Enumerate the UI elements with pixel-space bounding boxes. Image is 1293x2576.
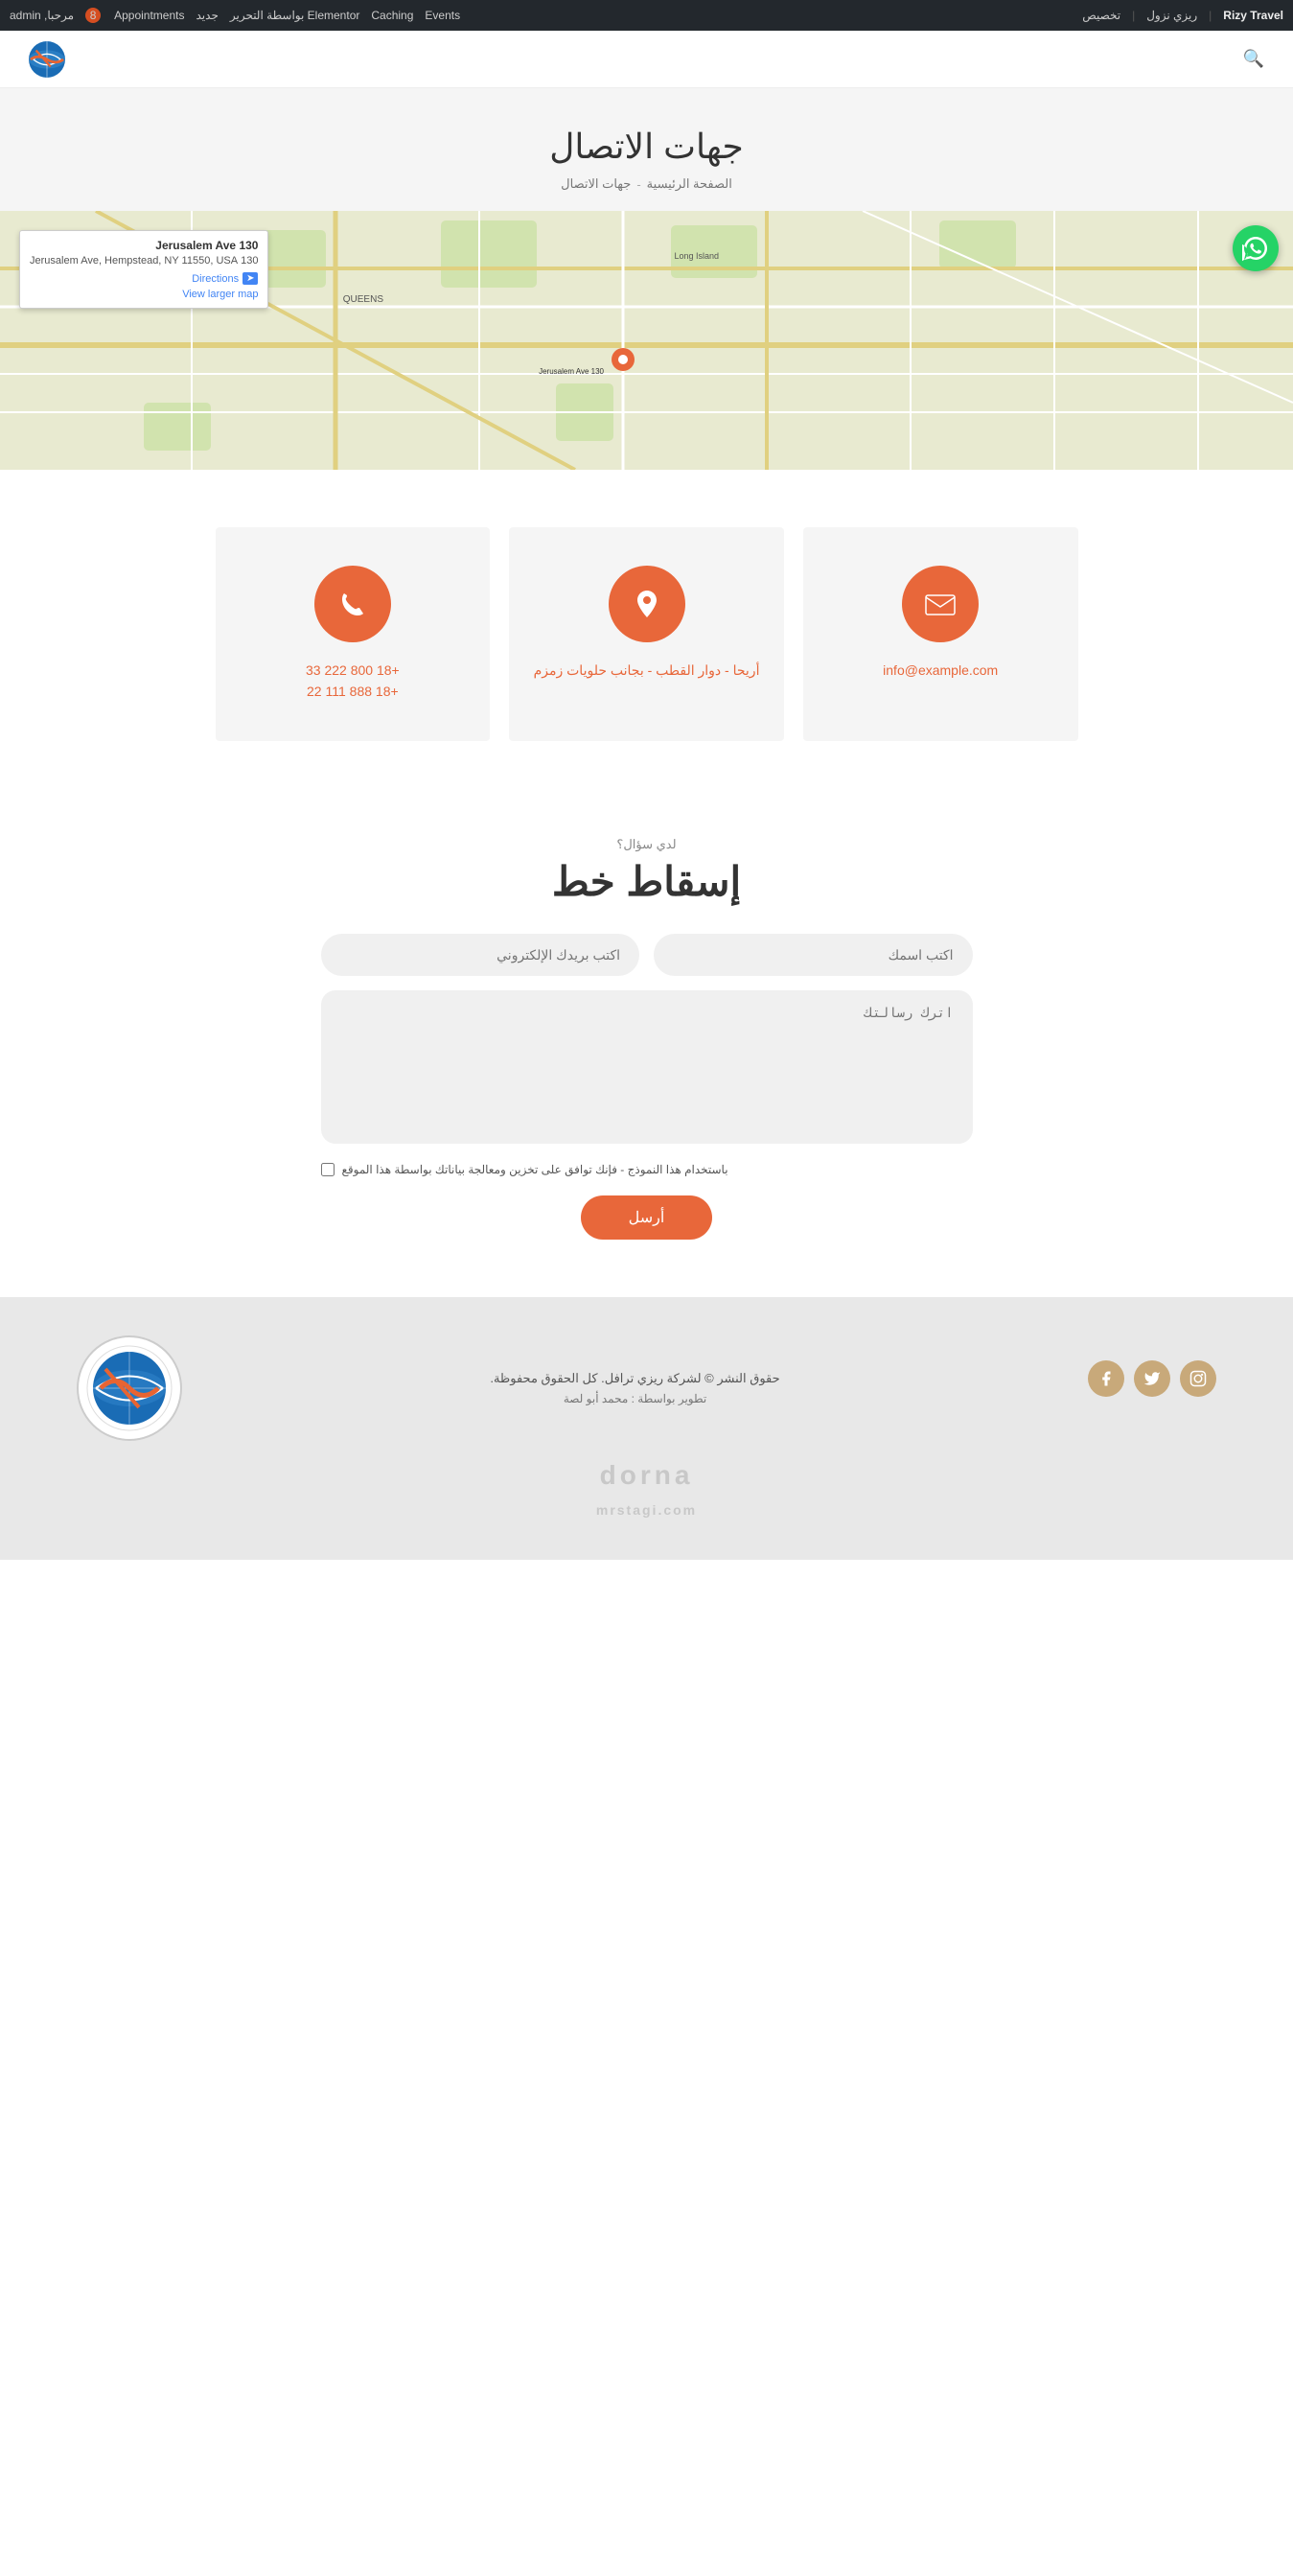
instagram-icon-button[interactable] [1180, 1360, 1216, 1397]
phone-icon-circle [314, 566, 391, 642]
whatsapp-button[interactable] [1233, 225, 1279, 271]
directions-arrow-icon: ➤ [242, 272, 258, 285]
name-input[interactable] [654, 934, 973, 976]
breadcrumb-sep: - [636, 177, 640, 192]
admin-customize[interactable]: تخصيص [1082, 9, 1120, 22]
directions-label: Directions [192, 273, 239, 285]
email-input[interactable] [321, 934, 640, 976]
facebook-icon-button[interactable] [1088, 1360, 1124, 1397]
breadcrumb: الصفحة الرئيسية - جهات الاتصال [19, 176, 1274, 192]
page-title: جهات الاتصال [19, 127, 1274, 167]
consent-checkbox[interactable] [321, 1163, 335, 1176]
sep1: | [1209, 9, 1212, 22]
admin-bar: Rizy Travel | ريزي نزول | تخصيص Events C… [0, 0, 1293, 31]
admin-user[interactable]: ريزي نزول [1146, 9, 1197, 22]
popup-address: 130 Jerusalem Ave, Hempstead, NY 11550, … [30, 255, 258, 267]
email-icon [922, 586, 958, 622]
facebook-icon [1097, 1370, 1115, 1387]
checkbox-label: باستخدام هذا النموذج - فإنك توافق على تخ… [342, 1163, 728, 1176]
address-icon-circle [609, 566, 685, 642]
admin-label: مرحبا, admin [10, 9, 74, 22]
form-row-top [321, 934, 973, 976]
admin-caching[interactable]: Caching [371, 9, 413, 22]
contact-form: باستخدام هذا النموذج - فإنك توافق على تخ… [321, 934, 973, 1240]
admin-appointments[interactable]: Appointments [114, 9, 184, 22]
breadcrumb-home[interactable]: الصفحة الرئيسية [647, 176, 732, 192]
form-sub-label: لدي سؤال؟ [77, 837, 1216, 852]
admin-comments[interactable]: 8 [85, 8, 103, 23]
contact-cards-section: info@example.com أريحا - دوار القطب - بج… [0, 470, 1293, 799]
footer-logo-svg [86, 1345, 173, 1431]
admin-elementor[interactable]: Elementor بواسطة التحرير [230, 9, 360, 22]
footer-social [1088, 1360, 1216, 1397]
footer-text-block: حقوق النشر © لشركة ريزي ترافل. كل الحقوق… [182, 1371, 1088, 1405]
directions-link[interactable]: ➤ Directions [192, 272, 258, 285]
logo-svg [29, 41, 65, 78]
address-text: أريحا - دوار القطب - بجانب حلويات زمزم [534, 660, 760, 681]
footer-watermark: dorna mrstagi.com [77, 1460, 1216, 1521]
search-icon[interactable]: 🔍 [1243, 49, 1264, 69]
breadcrumb-current: جهات الاتصال [561, 176, 631, 192]
site-header: 🔍 [0, 31, 1293, 88]
instagram-icon [1189, 1370, 1207, 1387]
admin-site-name[interactable]: Rizy Travel [1223, 9, 1283, 22]
email-text[interactable]: info@example.com [883, 660, 998, 681]
site-footer: حقوق النشر © لشركة ريزي ترافل. كل الحقوق… [0, 1297, 1293, 1560]
admin-bar-left: Events Caching Elementor بواسطة التحرير … [10, 8, 460, 23]
checkbox-row: باستخدام هذا النموذج - فإنك توافق على تخ… [321, 1163, 973, 1176]
map-popup: 130 Jerusalem Ave 130 Jerusalem Ave, Hem… [19, 230, 268, 309]
whatsapp-icon [1242, 235, 1269, 262]
page-title-section: جهات الاتصال الصفحة الرئيسية - جهات الات… [0, 88, 1293, 211]
svg-text:QUEENS: QUEENS [343, 294, 384, 305]
submit-button[interactable]: أرسل [581, 1195, 713, 1240]
contact-cards-grid: info@example.com أريحا - دوار القطب - بج… [216, 527, 1078, 741]
twitter-icon [1143, 1370, 1161, 1387]
map-background[interactable]: QUEENS Long Island 130 Jerusalem Ave 130… [0, 211, 1293, 470]
contact-form-section: لدي سؤال؟ إسقاط خط باستخدام هذا النموذج … [0, 799, 1293, 1297]
footer-copyright: حقوق النشر © لشركة ريزي ترافل. كل الحقوق… [182, 1371, 1088, 1386]
svg-text:Long Island: Long Island [674, 251, 719, 261]
contact-card-address: أريحا - دوار القطب - بجانب حلويات زمزم [509, 527, 784, 741]
svg-text:130 Jerusalem Ave: 130 Jerusalem Ave [539, 367, 604, 376]
admin-events[interactable]: Events [425, 9, 460, 22]
twitter-icon-button[interactable] [1134, 1360, 1170, 1397]
footer-logo [77, 1335, 182, 1441]
map-section: QUEENS Long Island 130 Jerusalem Ave 130… [0, 211, 1293, 470]
comments-badge: 8 [85, 8, 101, 23]
phone-icon [335, 586, 371, 622]
footer-inner: حقوق النشر © لشركة ريزي ترافل. كل الحقوق… [77, 1335, 1216, 1441]
message-textarea[interactable] [321, 990, 973, 1144]
contact-card-phone: +18 800 222 33 +18 888 111 22 [216, 527, 491, 741]
contact-card-email: info@example.com [803, 527, 1078, 741]
location-icon [629, 586, 665, 622]
admin-new[interactable]: جديد [196, 9, 219, 22]
sep2: | [1132, 9, 1135, 22]
admin-bar-right: Rizy Travel | ريزي نزول | تخصيص [1082, 9, 1283, 22]
form-title: إسقاط خط [77, 858, 1216, 905]
email-icon-circle [902, 566, 979, 642]
site-logo [29, 41, 65, 78]
popup-title: 130 Jerusalem Ave [30, 239, 258, 252]
view-larger-link[interactable]: View larger map [30, 289, 258, 300]
footer-credit: تطوير بواسطة : محمد أبو لصة [182, 1392, 1088, 1405]
phone-text[interactable]: +18 800 222 33 +18 888 111 22 [306, 660, 400, 703]
